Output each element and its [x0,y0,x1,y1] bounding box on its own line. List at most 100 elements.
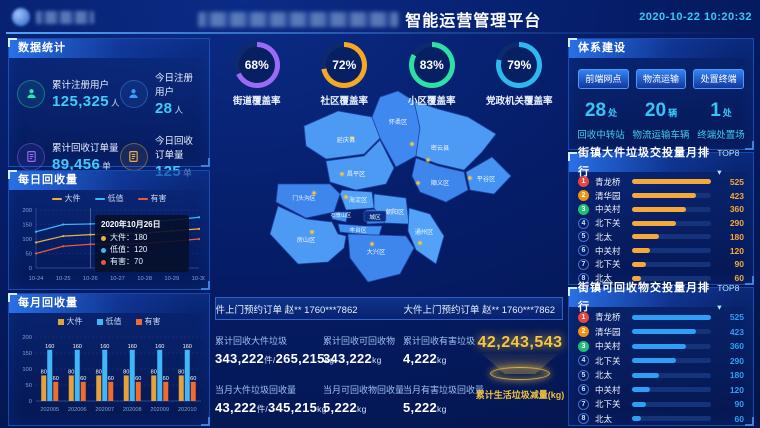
system-tab[interactable]: 前端网点 [578,69,629,89]
header: 智能运营管理平台 2020-10-22 10:20:32 [0,0,760,34]
district-label: 海淀区 [349,196,368,204]
rank-value: 525 [718,312,744,322]
legend-item: 有害 [136,316,161,327]
user-icon [120,80,148,108]
rank-badge: 2 [578,326,589,337]
rank-bar-fill [632,315,711,320]
tooltip-dot [101,260,106,265]
rank-name: 北太 [595,413,632,425]
stat-text: 累计注册用户125,325人 [52,77,120,110]
rank-name: 北下关 [595,355,632,367]
district-label: 密云县 [431,144,450,152]
svg-text:80: 80 [96,369,102,375]
rank-value: 423 [718,191,744,201]
rank-row: 5北太180 [578,231,744,243]
summary-value: 43,222件/345,215kg [215,400,334,415]
tooltip-dot [101,236,106,241]
page-title-text: 智能运营管理平台 [405,7,541,31]
panel-title-text: 体系建设 [578,39,626,58]
rank-bar-fill [632,416,641,421]
summary-column: 累计回收大件垃圾343,222件/265,215kg 当月大件垃圾回收量43,22… [215,334,334,428]
svg-text:80: 80 [68,369,74,375]
rank-row: 1青龙桥525 [578,311,744,323]
rank-value: 290 [718,356,744,366]
rank-bar [632,387,711,392]
district-label: 城区 [369,214,381,221]
rank-bar-fill [632,329,696,334]
svg-text:202008: 202008 [123,407,142,413]
svg-text:80: 80 [178,369,184,375]
stat-text: 累计回收订单量89,456单 [52,140,119,173]
svg-text:160: 160 [183,344,192,350]
map-district[interactable] [348,234,414,282]
svg-text:160: 160 [155,344,164,350]
panel-title-text: 每日回收量 [18,171,78,190]
legend-marker [95,198,105,200]
ticker-item: 大件上门预约订单 赵** 1760***7862 [215,302,358,316]
legend-item: 有害 [138,193,167,204]
rank-name: 北太 [595,369,632,381]
rank-name: 清华园 [595,326,632,338]
svg-text:100: 100 [22,237,32,243]
svg-text:60: 60 [80,376,86,382]
summary-item: 累计回收大件垃圾343,222件/265,215kg [215,334,334,366]
rank-value: 360 [718,341,744,351]
ticker-item: 大件上门预约订单 赵** 1760***7862 [404,302,556,316]
gauge-label: 街道覆盖率 [213,93,301,107]
summary-value: 343,222件/265,215kg [215,351,334,366]
legend-marker [58,319,64,325]
panel-title-text: 数据统计 [18,39,66,58]
rank-name: 中关村 [595,203,632,215]
district-label: 石景山区 [331,211,352,219]
rank-name: 中关村 [595,340,632,352]
legend-marker [97,319,103,325]
rank-value: 180 [718,370,744,380]
svg-text:200: 200 [22,208,32,214]
gauge-label: 社区覆盖率 [301,93,389,107]
stat-unit: 人 [174,105,183,115]
system-tab[interactable]: 物流运输 [636,69,687,89]
svg-text:160: 160 [100,344,109,350]
logo-icon [12,8,30,26]
order-icon [17,143,45,171]
rank-row: 5北太180 [578,369,744,381]
rank-bar [632,193,711,198]
system-tab[interactable]: 处置终端 [693,69,744,89]
svg-text:60: 60 [163,376,169,382]
coverage-gauge: 83%小区覆盖率 [388,42,476,107]
district-label: 丰台区 [349,226,367,234]
datetime: 2020-10-22 10:20:32 [639,11,752,23]
legend-item: 低值 [97,316,122,327]
rank-name: 北下关 [595,258,632,270]
legend-label: 大件 [65,193,81,204]
panel-title: 街镇大件垃圾交投量月排行 TOP8 ▾ [569,153,753,172]
stat-label: 累计回收订单量 [52,140,119,154]
svg-text:202006: 202006 [68,407,87,413]
legend-label: 有害 [151,193,167,204]
tooltip-text: 大件：180 [110,232,147,244]
svg-text:10-26: 10-26 [83,276,98,282]
rank-bar-fill [632,387,650,392]
rank-row: 4北下关290 [578,217,744,229]
rank-row: 6中关村120 [578,384,744,396]
system-stat-unit: 处 [608,108,617,118]
rank-row: 2清华园423 [578,326,744,338]
rank-bar [632,358,711,363]
district-label: 怀柔区 [389,118,408,126]
rank-name: 青龙桥 [595,311,632,323]
district-label: 房山区 [297,236,316,244]
panel-monthly-recycling: 每月回收量 大件低值有害 050100150200202005801606020… [8,293,210,426]
svg-text:160: 160 [45,344,54,350]
rank-row: 7北下关90 [578,258,744,270]
rank-badge: 5 [578,231,589,242]
rank-badge: 7 [578,259,589,270]
rank-bar [632,402,711,407]
svg-text:160: 160 [73,344,82,350]
rank-bar-fill [632,402,646,407]
map-district[interactable] [408,208,444,264]
rank-name: 中关村 [595,245,632,257]
summary-item: 当月大件垃圾回收量43,222件/345,215kg [215,383,334,415]
svg-text:10-25: 10-25 [56,276,71,282]
rank-badge: 3 [578,204,589,215]
system-stat-label: 物流运输车辆 [631,127,691,141]
